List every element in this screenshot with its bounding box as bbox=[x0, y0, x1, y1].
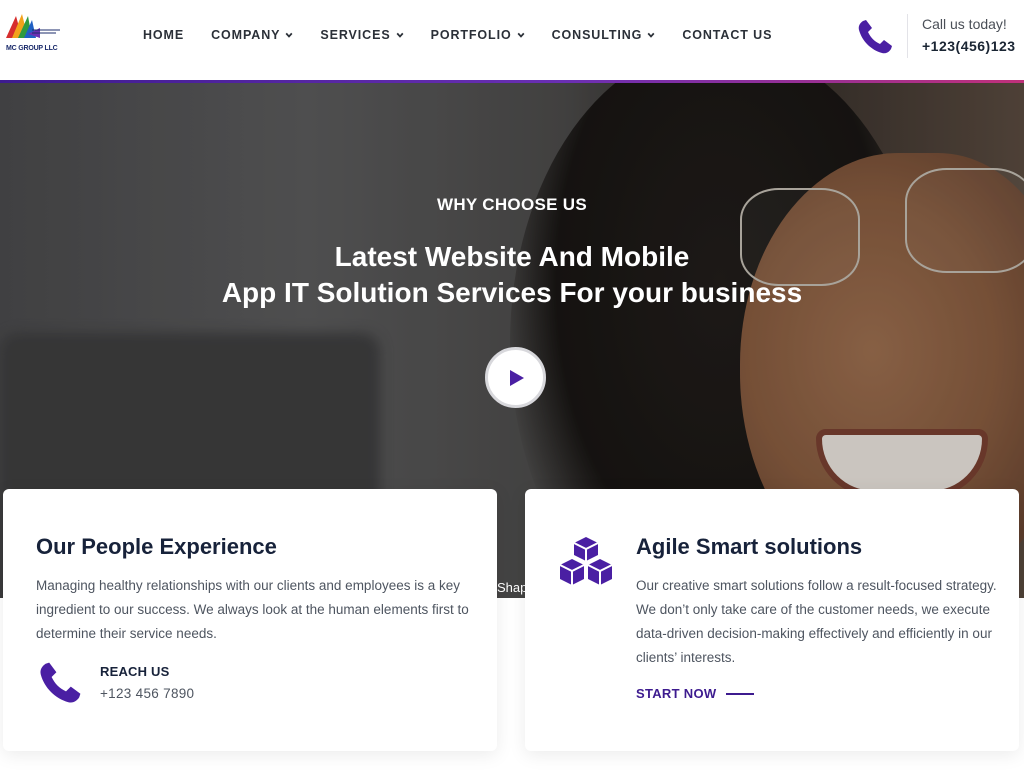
card-body: Our creative smart solutions follow a re… bbox=[636, 578, 997, 665]
nav-item-label: COMPANY bbox=[211, 28, 281, 42]
header-divider bbox=[907, 14, 908, 58]
company-logo[interactable]: MC GROUP LLC bbox=[2, 12, 62, 52]
hero-title-line: Latest Website And Mobile bbox=[334, 241, 690, 272]
play-video-button[interactable] bbox=[485, 347, 546, 408]
nav-item-portfolio[interactable]: PORTFOLIO bbox=[431, 28, 525, 42]
hero-title: Latest Website And Mobile App IT Solutio… bbox=[0, 239, 1024, 311]
site-header: MC GROUP LLC HOME COMPANY SERVICES PORTF… bbox=[0, 0, 1024, 82]
people-experience-card: Our People Experience Managing healthy r… bbox=[3, 489, 497, 751]
phone-icon[interactable] bbox=[855, 17, 895, 57]
logo-text: MC GROUP LLC bbox=[6, 45, 58, 52]
nav-item-consulting[interactable]: CONSULTING bbox=[552, 28, 656, 42]
play-icon bbox=[510, 369, 524, 386]
agile-solutions-card: Agile Smart solutions Our creative smart… bbox=[525, 489, 1019, 751]
chevron-down-icon bbox=[647, 32, 655, 38]
nav-item-home[interactable]: HOME bbox=[143, 28, 184, 42]
card-body: Managing healthy relationships with our … bbox=[36, 578, 469, 641]
start-now-dash bbox=[726, 692, 755, 695]
reach-us-phone[interactable]: +123 456 7890 bbox=[100, 686, 194, 701]
hero-overflow-text: Shap bbox=[497, 580, 528, 595]
card-title: Agile Smart solutions bbox=[636, 534, 863, 559]
card-title: Our People Experience bbox=[36, 534, 277, 559]
cubes-icon bbox=[559, 537, 613, 585]
reach-us-label: REACH US bbox=[100, 664, 170, 679]
chevron-down-icon bbox=[285, 32, 293, 38]
hero-eyebrow: WHY CHOOSE US bbox=[437, 195, 587, 214]
phone-icon bbox=[40, 662, 81, 703]
start-now-label: START NOW bbox=[636, 686, 717, 701]
nav-item-label: CONTACT US bbox=[682, 28, 773, 42]
chevron-down-icon bbox=[396, 32, 404, 38]
nav-item-services[interactable]: SERVICES bbox=[320, 28, 404, 42]
nav-item-label: PORTFOLIO bbox=[430, 28, 512, 42]
nav-item-label: HOME bbox=[143, 28, 185, 42]
call-us-number[interactable]: +123(456)123 bbox=[922, 38, 1016, 54]
nav-item-label: CONSULTING bbox=[551, 28, 643, 42]
start-now-link[interactable]: START NOW bbox=[636, 686, 755, 701]
hero-title-line: App IT Solution Services For your busine… bbox=[221, 277, 803, 308]
nav-item-contact-us[interactable]: CONTACT US bbox=[682, 28, 772, 42]
chevron-down-icon bbox=[517, 32, 525, 38]
call-us-label: Call us today! bbox=[922, 16, 1007, 32]
logo-fan-icon bbox=[6, 14, 60, 38]
main-nav: HOME COMPANY SERVICES PORTFOLIO CONSULTI… bbox=[143, 0, 799, 70]
nav-item-company[interactable]: COMPANY bbox=[211, 28, 293, 42]
nav-item-label: SERVICES bbox=[320, 28, 391, 42]
